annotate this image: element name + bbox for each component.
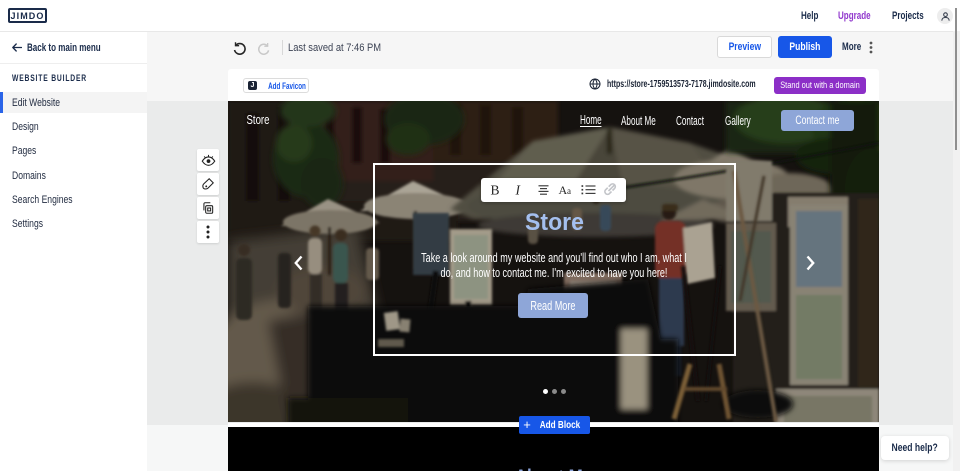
svg-text:a: a xyxy=(567,186,571,196)
svg-text:I: I xyxy=(515,183,522,198)
svg-text:B: B xyxy=(491,183,500,198)
